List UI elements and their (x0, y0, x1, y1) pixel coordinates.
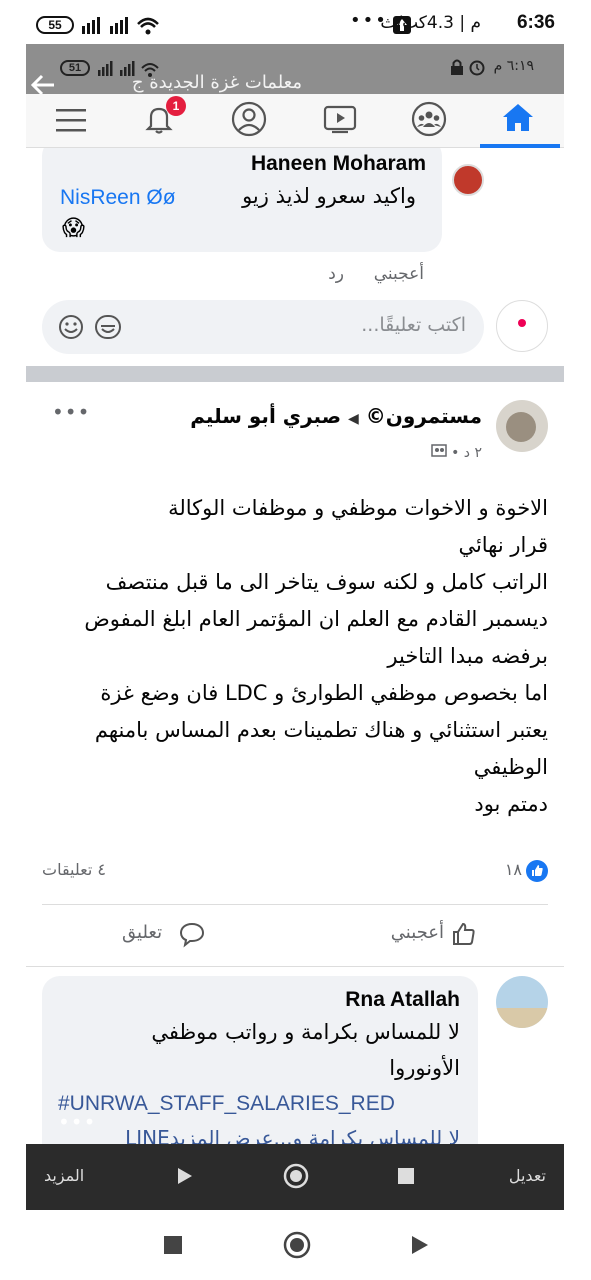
avatar[interactable] (496, 976, 548, 1028)
alarm-icon (468, 58, 486, 80)
see-more-link[interactable]: لا للمساس بكرامة و...عرض المزيدLINE (125, 1126, 460, 1144)
inner-clock: ٦:١٩ م (493, 58, 534, 74)
post-line: الراتب كامل و لكنه سوف يتاخر الى ما قبل … (105, 570, 548, 594)
comment-button[interactable]: تعليق (122, 920, 242, 952)
triangle-icon: ◀ (348, 411, 359, 427)
post-header: مستمرون© ◀ صبري أبو سليم (190, 404, 482, 428)
post-divider (26, 366, 564, 382)
play-icon[interactable] (176, 1166, 194, 1190)
post-meta: ٢ د • (430, 444, 482, 461)
likes-count: ١٨ (504, 860, 522, 879)
post-line: اما بخصوص موظفي الطوارئ و LDC فان وضع غز… (100, 681, 548, 705)
profile-icon[interactable] (230, 100, 268, 142)
outer-status-bar: 55 ••• م | 4.3كب/ث 6:36 (0, 0, 591, 48)
square-icon[interactable] (398, 1168, 414, 1184)
edit-label[interactable]: تعديل (509, 1166, 546, 1185)
lock-icon (450, 58, 464, 80)
more-dots-icon[interactable]: ••• (58, 1110, 96, 1134)
notification-badge: 1 (166, 96, 186, 116)
post-options-icon[interactable]: ••• (52, 400, 90, 424)
groups-icon[interactable] (410, 100, 448, 142)
group-name[interactable]: مستمرون© (366, 404, 482, 428)
thumbs-up-icon (450, 920, 478, 952)
signal-icon (80, 14, 160, 40)
comment-author[interactable]: Rna Atallah (345, 988, 460, 1012)
home-button-icon[interactable] (282, 1230, 312, 1264)
menu-icon[interactable] (54, 106, 88, 138)
battery-icon: 55 (36, 16, 74, 34)
comment-text: واكيد سعرو لذيذ زيو (242, 184, 416, 208)
active-tab-indicator (480, 144, 560, 148)
like-link[interactable]: أعجبني (374, 264, 424, 284)
comment-button-label: تعليق (122, 922, 163, 943)
comment-placeholder: اكتب تعليقًا... (361, 314, 466, 336)
group-title: معلمات غزة الجديدة ج (131, 72, 302, 93)
reply-link[interactable]: رد (328, 264, 344, 284)
pencil-icon[interactable] (512, 1114, 542, 1148)
comment-author[interactable]: Haneen Moharam (251, 152, 426, 176)
post-line: ديسمبر القادم مع العلم ان المؤتمر العام … (84, 607, 548, 631)
facebook-nav-bar (26, 94, 564, 148)
smiley-icon[interactable] (58, 314, 84, 344)
post-line: يعتبر استثنائي و هناك تطمينات بعدم المسا… (94, 718, 548, 742)
post-line: دمتم بود (474, 792, 548, 816)
like-button-label: أعجبني (390, 922, 444, 943)
comment-bubble: Rna Atallah لا للمساس بكرامة و رواتب موظ… (42, 976, 478, 1144)
inner-status-bar: 51 ٦:١٩ م معلمات غزة الجديدة ج (26, 44, 564, 94)
battery-icon: 51 (60, 60, 90, 76)
avatar[interactable] (452, 164, 484, 196)
post-body: الاخوة و الاخوات موظفي و موظفات الوكالة … (38, 490, 548, 823)
post-author[interactable]: صبري أبو سليم (190, 404, 341, 428)
comment-bubble: Haneen Moharam واكيد سعرو لذيذ زيو NisRe… (42, 148, 442, 252)
comment-input[interactable]: اكتب تعليقًا... (42, 300, 484, 354)
post-line: الوظيفي (473, 755, 548, 779)
back-triangle-icon[interactable] (410, 1234, 430, 1260)
divider (26, 966, 564, 967)
home-icon[interactable] (500, 100, 536, 140)
comment-text: لا للمساس بكرامة و رواتب موظفي (151, 1020, 460, 1044)
feed-content: Haneen Moharam واكيد سعرو لذيذ زيو NisRe… (26, 148, 564, 1144)
recents-icon[interactable] (164, 1236, 182, 1254)
shocked-emoji: 😱 (62, 216, 85, 241)
like-reaction-icon (526, 860, 548, 882)
system-nav-bar (0, 1210, 591, 1280)
more-label[interactable]: المزيد (44, 1166, 84, 1185)
clock: 6:36 (516, 12, 555, 33)
home-circle-icon[interactable] (282, 1162, 310, 1194)
comment-bubble-icon (178, 920, 206, 952)
group-privacy-icon (430, 444, 447, 461)
hashtag-link[interactable]: #UNRWA_STAFF_SALARIES_RED (58, 1092, 395, 1116)
avatar (496, 300, 548, 352)
network-speed: م | 4.3كب/ث (380, 13, 481, 33)
sticker-icon[interactable] (94, 314, 122, 344)
post-line: برفضه مبدا التاخير (387, 644, 548, 668)
post-line: قرار نهائي (458, 533, 548, 557)
comment-text: الأونوروا (389, 1056, 460, 1080)
comments-count[interactable]: ٤ تعليقات (42, 860, 106, 879)
video-icon[interactable] (322, 102, 358, 140)
avatar[interactable] (496, 400, 548, 452)
comment-mention[interactable]: NisReen Øø (60, 186, 176, 210)
post-line: الاخوة و الاخوات موظفي و موظفات الوكالة (168, 496, 548, 520)
divider (42, 904, 548, 905)
screenshot-toolbar: ••• المزيد تعديل (26, 1110, 564, 1210)
